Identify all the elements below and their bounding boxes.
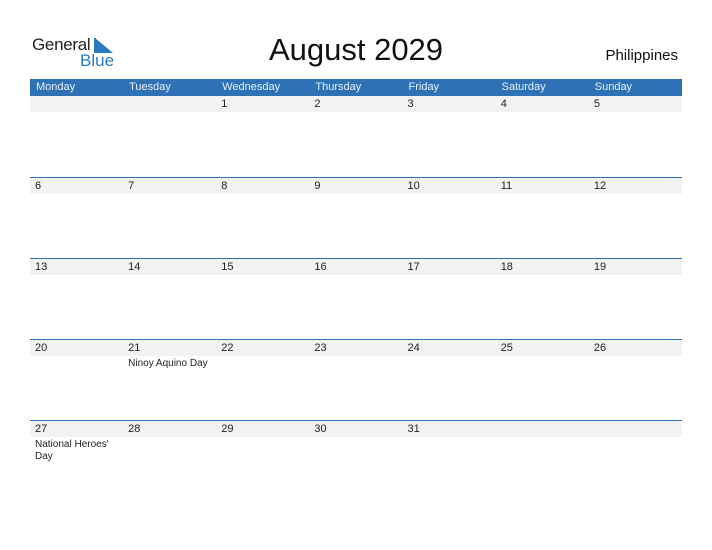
- day-number: 7: [128, 180, 135, 192]
- holiday-label: Ninoy Aquino Day: [128, 358, 208, 369]
- day-number: 13: [35, 261, 48, 273]
- day-number: 14: [128, 261, 141, 273]
- day-cell: [589, 420, 682, 501]
- day-cell: 18: [496, 258, 589, 339]
- day-number: 2: [314, 98, 321, 110]
- day-cell: 22: [216, 339, 309, 420]
- day-number: 10: [407, 180, 420, 192]
- day-cell: 7: [123, 177, 216, 258]
- weekday-wednesday: Wednesday: [222, 81, 281, 93]
- day-number: 26: [593, 342, 607, 354]
- day-cell: 10: [403, 177, 496, 258]
- day-cell: 13: [30, 258, 123, 339]
- day-number: 6: [35, 180, 42, 192]
- day-cell: [496, 420, 589, 501]
- day-cell: 4: [496, 95, 589, 176]
- day-number: 8: [221, 180, 228, 192]
- weekday-tuesday: Tuesday: [129, 81, 171, 93]
- day-number: 16: [314, 261, 327, 273]
- day-cell: 28: [123, 420, 216, 501]
- day-number: 21: [128, 342, 141, 354]
- day-number: 1: [221, 98, 228, 110]
- day-cell: 8: [216, 177, 309, 258]
- day-cell: 26: [589, 339, 682, 420]
- day-number: 31: [407, 423, 420, 435]
- day-number: 11: [500, 180, 513, 192]
- day-cell: 16: [309, 258, 402, 339]
- weekday-saturday: Saturday: [501, 81, 546, 93]
- day-number: 22: [221, 342, 234, 354]
- country-label: Philippines: [605, 47, 678, 64]
- day-number: 15: [221, 261, 234, 273]
- day-cell: 3: [403, 95, 496, 176]
- holiday-label: National Heroes' Day: [35, 439, 109, 462]
- weekday-monday: Monday: [36, 81, 76, 93]
- day-number: 24: [407, 342, 420, 354]
- day-cell: 27 National Heroes' Day: [30, 420, 123, 501]
- day-cell: [30, 95, 123, 176]
- day-number: 20: [35, 342, 48, 354]
- day-number: 3: [407, 98, 414, 110]
- week-row: 20 21 Ninoy Aquino Day 22 23 24 25 26: [30, 339, 682, 420]
- day-cell: 12: [589, 177, 682, 258]
- weekday-sunday: Sunday: [594, 81, 633, 93]
- day-number: 18: [500, 261, 513, 273]
- weekday-thursday: Thursday: [315, 81, 362, 93]
- day-number: 25: [500, 342, 513, 354]
- day-cell: 17: [403, 258, 496, 339]
- day-cell: 21 Ninoy Aquino Day: [123, 339, 216, 420]
- day-number: 19: [593, 261, 607, 273]
- day-cell: [123, 95, 216, 176]
- day-cell: 14: [123, 258, 216, 339]
- day-cell: 24: [403, 339, 496, 420]
- day-number: 5: [593, 98, 600, 110]
- week-row: 6 7 8 9 10 11 12: [30, 177, 682, 258]
- day-cell: 5: [589, 95, 682, 176]
- day-number: 28: [128, 423, 141, 435]
- day-cell: 29: [216, 420, 309, 501]
- week-row: 13 14 15 16 17 18 19: [30, 258, 682, 339]
- day-cell: 15: [216, 258, 309, 339]
- day-cell: 1: [216, 95, 309, 176]
- day-cell: 20: [30, 339, 123, 420]
- day-cell: 9: [309, 177, 402, 258]
- day-number: 4: [500, 98, 507, 110]
- day-cell: 30: [309, 420, 402, 501]
- day-cell: 23: [309, 339, 402, 420]
- week-row: 1 2 3 4 5: [30, 95, 682, 176]
- day-number: 17: [407, 261, 420, 273]
- day-number: 12: [593, 180, 607, 192]
- day-number: 29: [221, 423, 234, 435]
- weekday-header: Monday Tuesday Wednesday Thursday Friday…: [30, 79, 682, 96]
- day-number: 9: [314, 180, 321, 192]
- weekday-friday: Friday: [408, 81, 440, 93]
- day-cell: 25: [496, 339, 589, 420]
- day-cell: 19: [589, 258, 682, 339]
- week-row: 27 National Heroes' Day 28 29 30 31: [30, 420, 682, 501]
- day-cell: 2: [309, 95, 402, 176]
- day-cell: 31: [403, 420, 496, 501]
- day-cell: 11: [496, 177, 589, 258]
- day-number: 27: [35, 423, 48, 435]
- day-cell: 6: [30, 177, 123, 258]
- day-number: 30: [314, 423, 327, 435]
- day-number: 23: [314, 342, 327, 354]
